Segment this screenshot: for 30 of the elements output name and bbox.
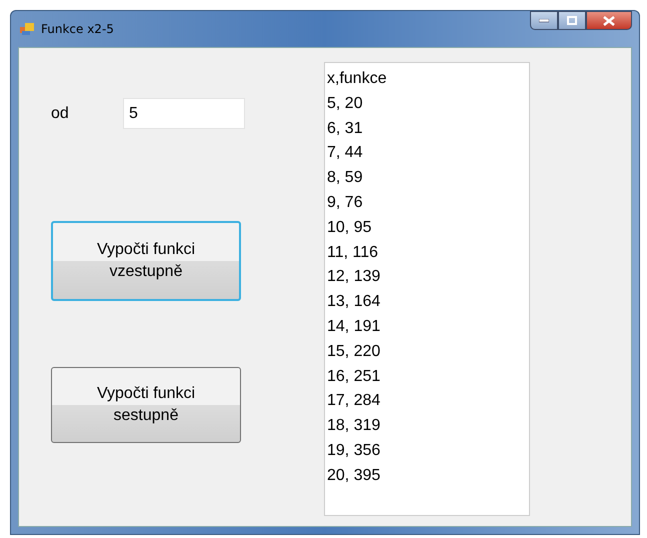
list-item[interactable]: 20, 395 [327,464,527,489]
window-title: Funkce x2-5 [41,22,114,36]
maximize-icon [567,16,577,25]
list-item[interactable]: 8, 59 [327,166,527,191]
from-label: od [51,104,70,122]
list-item[interactable]: 16, 251 [327,364,527,390]
list-item[interactable]: 9, 76 [327,190,527,216]
list-item[interactable]: 19, 356 [327,438,527,464]
result-listbox[interactable]: x,funkce 5, 20 6, 31 7, 44 8, 59 9, 76 10, 95 11, 116 12, 139 13, 164 14, 191 15, 220 16, 251 17, 284 18, 319 19, 356 20, 395 [324,62,530,516]
list-item[interactable]: 10, 95 [327,216,527,241]
list-item[interactable]: 7, 44 [327,141,527,166]
list-item[interactable]: 5, 20 [327,92,527,117]
list-item[interactable]: 15, 220 [327,340,527,365]
minimize-button[interactable] [530,11,558,30]
close-button[interactable] [586,11,632,30]
maximize-button[interactable] [558,11,586,30]
list-item[interactable]: 11, 116 [327,240,527,266]
app-icon [20,23,34,35]
list-item[interactable]: x,funkce [327,67,527,92]
list-item[interactable]: 17, 284 [327,389,527,414]
compute-button[interactable]: Vypočti funkci sestupně [51,367,241,443]
list-item[interactable]: 14, 191 [327,314,527,340]
from-input[interactable]: 5 [123,98,245,129]
list-item[interactable]: 18, 319 [327,414,527,439]
list-item[interactable]: 12, 139 [327,265,527,290]
list-item[interactable]: 13, 164 [327,290,527,315]
compute-button[interactable]: Vypočti funkci vzestupně [51,221,241,301]
close-icon [603,16,615,26]
list-item[interactable]: 6, 31 [327,116,527,142]
minimize-icon [539,18,549,22]
